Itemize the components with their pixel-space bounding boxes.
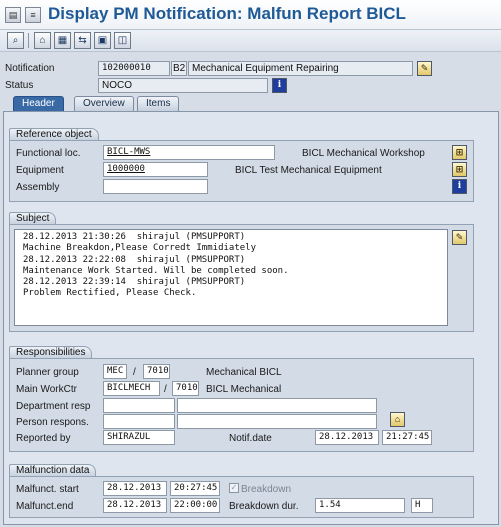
breakdown-duration-label: Breakdown dur. — [229, 501, 299, 512]
partner-overview-icon[interactable]: ⌂ — [390, 412, 405, 427]
department-resp-field[interactable] — [103, 398, 175, 413]
application-toolbar: ⌕ ⌂ ▦ ⇆ ▣ ◫ — [0, 30, 501, 52]
planner-slash: / — [133, 367, 136, 378]
malfunct-start-date-field[interactable]: 28.12.2013 — [103, 481, 167, 496]
functional-location-description: BICL Mechanical Workshop — [302, 148, 425, 159]
subject-line: 28.12.2013 22:22:08 shirajul (PMSUPPORT) — [23, 254, 246, 265]
edit-long-text-icon[interactable]: ✎ — [452, 230, 467, 245]
assembly-label: Assembly — [16, 182, 60, 193]
notif-time-field[interactable]: 21:27:45 — [382, 430, 432, 445]
notification-icon[interactable]: ≡ — [25, 7, 41, 23]
reference-info-icon[interactable]: i — [452, 179, 467, 194]
planner-group-field[interactable]: MEC — [103, 364, 127, 379]
order-icon[interactable]: ⇆ — [74, 32, 91, 49]
subject-line: 28.12.2013 22:39:14 shirajul (PMSUPPORT) — [23, 277, 246, 288]
display-change-icon[interactable]: ⌕ — [7, 32, 24, 49]
subject-title: Subject — [9, 212, 57, 225]
notification-type-field[interactable]: B2 — [171, 61, 187, 76]
status-label: Status — [5, 80, 34, 91]
menu-icon[interactable]: ▤ — [5, 7, 21, 23]
main-workctr-label: Main WorkCtr — [16, 384, 77, 395]
breakdown-label: Breakdown — [241, 484, 292, 495]
reference-object-title: Reference object — [9, 128, 99, 141]
reported-by-label: Reported by — [16, 433, 71, 444]
action-log-icon[interactable]: ◫ — [114, 32, 131, 49]
department-resp-description-field[interactable] — [177, 398, 377, 413]
main-workctr-description: BICL Mechanical — [206, 384, 282, 395]
notification-number-field[interactable]: 102000010 — [98, 61, 170, 76]
subject-long-text[interactable]: 28.12.2013 21:30:26 shirajul (PMSUPPORT)… — [14, 229, 448, 326]
reported-by-field[interactable]: SHIRAZUL — [103, 430, 175, 445]
functional-location-field[interactable]: BICL-MWS — [103, 145, 275, 160]
functional-location-icon[interactable]: ⌂ — [34, 32, 51, 49]
page-title: Display PM Notification: Malfun Report B… — [48, 4, 406, 23]
notification-description-field[interactable]: Mechanical Equipment Repairing — [188, 61, 413, 76]
title-bar: ▤ ≡ Display PM Notification: Malfun Repo… — [0, 0, 501, 30]
person-respons-description-field[interactable] — [177, 414, 377, 429]
functional-location-label: Functional loc. — [16, 148, 81, 159]
person-respons-label: Person respons. — [16, 417, 89, 428]
malfunct-start-time-field[interactable]: 20:27:45 — [170, 481, 220, 496]
malfunct-end-date-field[interactable]: 28.12.2013 — [103, 498, 167, 513]
responsibilities-title: Responsibilities — [9, 346, 93, 359]
malfunction-data-title: Malfunction data — [9, 464, 97, 477]
workctr-slash: / — [164, 384, 167, 395]
breakdown-duration-field[interactable]: 1.54 — [315, 498, 405, 513]
subject-line: Maintenance Work Started. Will be comple… — [23, 265, 289, 276]
tab-overview[interactable]: Overview — [74, 96, 134, 111]
toolbar-separator — [28, 33, 29, 48]
subject-line: Problem Rectified, Please Check. — [23, 288, 197, 299]
print-icon[interactable]: ▣ — [94, 32, 111, 49]
equipment-label: Equipment — [16, 165, 64, 176]
equipment-description: BICL Test Mechanical Equipment — [235, 165, 382, 176]
main-workctr-field[interactable]: BICLMECH — [103, 381, 160, 396]
subject-line: 28.12.2013 21:30:26 shirajul (PMSUPPORT) — [23, 232, 246, 242]
workctr-plant-field[interactable]: 7010 — [172, 381, 199, 396]
tab-items[interactable]: Items — [137, 96, 180, 111]
planner-plant-field[interactable]: 7010 — [143, 364, 170, 379]
malfunct-end-time-field[interactable]: 22:00:00 — [170, 498, 220, 513]
subject-line: Machine Breakdon,Please Corredt Immidiat… — [23, 243, 256, 254]
long-text-icon[interactable]: ✎ — [417, 61, 432, 76]
notification-label: Notification — [5, 63, 55, 74]
equipment-hierarchy-icon[interactable]: ⊞ — [452, 162, 467, 177]
status-info-icon[interactable]: i — [272, 78, 287, 93]
department-resp-label: Department resp — [16, 401, 91, 412]
breakdown-unit-field[interactable]: H — [411, 498, 433, 513]
person-respons-field[interactable] — [103, 414, 175, 429]
notif-date-field[interactable]: 28.12.2013 — [315, 430, 379, 445]
planner-group-description: Mechanical BICL — [206, 367, 282, 378]
planner-group-label: Planner group — [16, 367, 79, 378]
notif-date-label: Notif.date — [229, 433, 272, 444]
equipment-field[interactable]: 1000000 — [103, 162, 208, 177]
malfunct-start-label: Malfunct. start — [16, 484, 79, 495]
tab-header[interactable]: Header — [13, 96, 64, 111]
equipment-icon[interactable]: ▦ — [54, 32, 71, 49]
malfunct-end-label: Malfunct.end — [16, 501, 74, 512]
breakdown-checkbox[interactable]: ✓ — [229, 483, 239, 493]
functional-location-hierarchy-icon[interactable]: ⊞ — [452, 145, 467, 160]
status-field[interactable]: NOCO — [98, 78, 268, 93]
assembly-field[interactable] — [103, 179, 208, 194]
